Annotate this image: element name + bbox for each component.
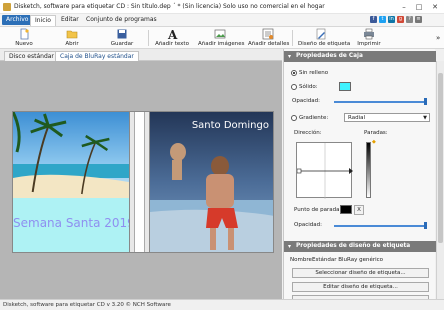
toolbar-separator (148, 30, 149, 46)
document-tabs: Disco estándar Caja de BluRay estándar (0, 49, 282, 61)
stop-opacity-label: Opacidad: (294, 222, 322, 228)
box-properties-title: Propiedades de Caja (296, 53, 363, 59)
collapse-icon: ▾ (288, 243, 292, 250)
stop-point-label: Punto de parada: (294, 207, 342, 213)
label-design-button[interactable]: Diseño de etiqueta (298, 27, 351, 49)
stops-label: Paradas: (364, 130, 388, 136)
stop-color-swatch[interactable] (340, 205, 352, 214)
menu-inicio[interactable]: Inicio (30, 15, 56, 26)
kid-beach-photo (150, 112, 273, 252)
add-images-button[interactable]: Añadir imágenes (198, 27, 245, 49)
front-cover[interactable]: Semana Santa 2019 (12, 111, 130, 253)
print-button[interactable]: Imprimir (352, 27, 386, 49)
google-icon[interactable]: g (397, 16, 404, 23)
menu-suite[interactable]: Conjunto de programas (82, 15, 161, 26)
menu-file[interactable]: Archivo (2, 15, 33, 25)
gradient-label: Gradiente: (299, 115, 329, 121)
edit-design-button[interactable]: Editar diseño de etiqueta... (292, 282, 429, 292)
maximize-button[interactable]: □ (413, 1, 425, 13)
gradient-radio[interactable] (291, 115, 297, 121)
case-spine[interactable] (130, 111, 149, 253)
stop-marker-icon[interactable]: ◆ (372, 139, 376, 145)
title-bar: Disketch, software para etiquetar CD : S… (0, 0, 444, 14)
spine-label (134, 112, 145, 252)
chevron-down-icon: ▼ (423, 115, 427, 121)
design-canvas[interactable]: Semana Santa 2019 Santo Domingo (0, 61, 282, 299)
no-fill-radio[interactable] (291, 70, 297, 76)
solid-color-swatch[interactable] (339, 82, 351, 91)
name-value: Estándar BluRay genérico (312, 257, 384, 263)
tab-standard-disc[interactable]: Disco estándar (4, 51, 59, 61)
svg-text:A: A (167, 28, 178, 40)
solid-radio[interactable] (291, 84, 297, 90)
minimize-button[interactable]: – (398, 1, 410, 13)
gradient-type-value: Radial (348, 115, 365, 121)
stop-opacity-thumb[interactable] (424, 222, 427, 229)
tab-bluray-case[interactable]: Caja de BluRay estándar (55, 51, 139, 61)
menu-bar: Archivo Inicio Editar Conjunto de progra… (0, 14, 444, 26)
add-images-label: Añadir imágenes (198, 41, 245, 47)
print-label: Imprimir (357, 41, 381, 47)
ribbon-expand-icon[interactable]: » (436, 34, 440, 42)
pencil-icon (316, 28, 326, 40)
new-button[interactable]: Nuevo (8, 27, 40, 49)
add-details-button[interactable]: Añadir detalles (248, 27, 290, 49)
save-label: Guardar (110, 41, 134, 47)
linkedin-icon[interactable]: in (388, 16, 395, 23)
opacity-slider-thumb[interactable] (424, 98, 427, 105)
label-design-title: Propiedades de diseño de etiqueta (296, 243, 411, 249)
back-cover[interactable]: Santo Domingo (149, 111, 274, 253)
window-title: Disketch, software para etiquetar CD : S… (14, 3, 325, 10)
stop-opacity-slider[interactable] (334, 225, 424, 227)
menu-editar[interactable]: Editar (57, 15, 83, 26)
gradient-type-select[interactable]: Radial ▼ (344, 113, 430, 122)
add-text-button[interactable]: A Añadir texto (154, 27, 190, 49)
menu-icon[interactable]: ≡ (415, 16, 422, 23)
select-design-button[interactable]: Seleccionar diseño de etiqueta... (292, 268, 429, 278)
new-label: Nuevo (15, 41, 33, 47)
toolbar: Nuevo Abrir Guardar A Añadir texto Añadi… (0, 26, 444, 49)
add-details-label: Añadir detalles (248, 41, 290, 47)
twitter-icon[interactable]: t (379, 16, 386, 23)
add-text-label: Añadir texto (155, 41, 189, 47)
collapse-icon: ▾ (288, 53, 292, 60)
toolbar-separator (292, 30, 293, 46)
facebook-icon[interactable]: f (370, 16, 377, 23)
image-icon (214, 29, 226, 39)
scrollbar-thumb[interactable] (438, 73, 443, 243)
app-icon (3, 3, 11, 11)
new-icon (20, 28, 29, 40)
properties-panel: ▾ Propiedades de Caja Sin relleno Sólido… (283, 49, 436, 299)
close-button[interactable]: ✕ (429, 1, 441, 13)
help-icon[interactable]: ? (406, 16, 413, 23)
direction-label: Dirección: (294, 130, 322, 136)
opacity-slider[interactable] (334, 101, 424, 103)
open-label: Abrir (65, 41, 79, 47)
front-caption[interactable]: Semana Santa 2019 (13, 216, 129, 230)
save-icon (117, 29, 127, 39)
label-design-label: Diseño de etiqueta (298, 41, 351, 47)
name-label: Nombre: (290, 257, 314, 263)
folder-icon (66, 30, 78, 39)
back-title[interactable]: Santo Domingo (192, 120, 269, 131)
details-icon (262, 28, 274, 40)
save-button[interactable]: Guardar (106, 27, 138, 49)
no-fill-label: Sin relleno (299, 70, 329, 76)
open-button[interactable]: Abrir (56, 27, 88, 49)
printer-icon (364, 28, 374, 40)
text-icon: A (167, 28, 178, 40)
box-properties-header[interactable]: ▾ Propiedades de Caja (284, 51, 436, 62)
gradient-stops-bar[interactable] (366, 142, 371, 198)
direction-arrow-icon (296, 143, 353, 199)
direction-picker[interactable] (296, 142, 353, 199)
solid-label: Sólido: (299, 84, 318, 90)
status-bar: Disketch, software para etiquetar CD v 3… (0, 299, 444, 310)
opacity-label: Opacidad: (292, 98, 320, 104)
panel-scrollbar[interactable] (436, 61, 444, 299)
beach-photo (13, 112, 129, 198)
label-design-header[interactable]: ▾ Propiedades de diseño de etiqueta (284, 241, 436, 252)
remove-stop-button[interactable]: X (354, 205, 364, 215)
